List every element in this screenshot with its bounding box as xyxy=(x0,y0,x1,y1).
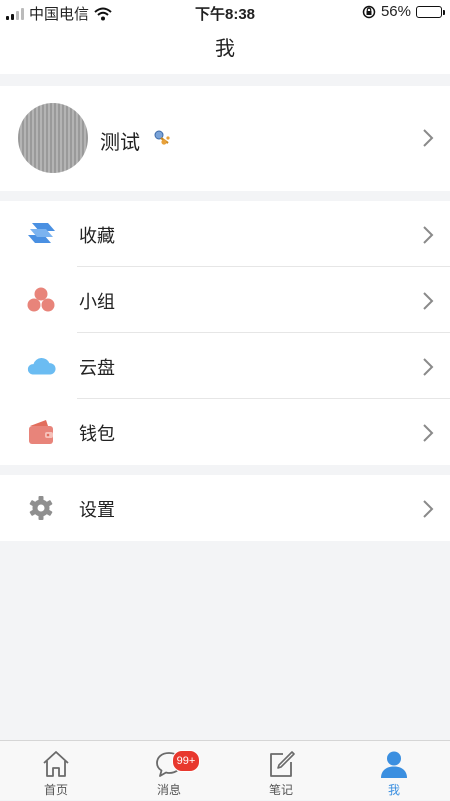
tab-label: 首页 xyxy=(43,783,68,797)
battery-percent: 56% xyxy=(380,3,411,20)
menu-item-groups[interactable]: 小组 xyxy=(0,267,450,333)
unread-badge: 99+ xyxy=(172,750,200,772)
battery-icon xyxy=(416,5,445,18)
stack-layers-icon xyxy=(28,223,55,243)
profile-name: 测试 xyxy=(100,132,140,154)
menu-label: 设置 xyxy=(79,500,115,520)
note-edit-icon xyxy=(270,751,295,777)
menu-item-favorites[interactable]: 收藏 xyxy=(0,201,450,267)
menu-label: 收藏 xyxy=(79,226,115,246)
tab-label: 我 xyxy=(387,783,400,797)
menu-item-settings[interactable]: 设置 xyxy=(0,475,450,541)
rotation-lock-icon xyxy=(362,5,376,18)
status-right: 56% xyxy=(362,3,445,20)
tab-me[interactable]: 我 xyxy=(338,741,450,801)
tab-home[interactable]: 首页 xyxy=(0,741,112,801)
chevron-right-icon xyxy=(423,292,434,310)
wallet-icon xyxy=(29,420,53,444)
chevron-right-icon xyxy=(423,424,434,442)
level-badge-icon xyxy=(154,130,170,145)
profile-card[interactable]: 测试 xyxy=(0,86,450,191)
menu-item-cloud-drive[interactable]: 云盘 xyxy=(0,333,450,399)
cloud-icon xyxy=(27,357,56,375)
avatar[interactable] xyxy=(18,103,88,173)
tab-notes[interactable]: 笔记 xyxy=(225,741,337,801)
group-circles-icon xyxy=(27,287,55,312)
status-bar: 中国电信 下午8:38 56% xyxy=(0,0,450,24)
chevron-right-icon xyxy=(423,500,434,518)
tab-label: 笔记 xyxy=(268,783,293,797)
home-icon xyxy=(43,751,69,777)
menu-label: 钱包 xyxy=(79,424,115,444)
menu-label: 云盘 xyxy=(79,358,115,378)
tab-label: 消息 xyxy=(156,783,181,797)
menu-label: 小组 xyxy=(79,292,115,312)
tab-messages[interactable]: 99+ 消息 xyxy=(113,741,225,801)
person-icon xyxy=(381,751,407,778)
bottom-tab-bar: 首页 99+ 消息 笔记 我 xyxy=(0,740,450,800)
chevron-right-icon xyxy=(423,358,434,376)
chevron-right-icon xyxy=(423,226,434,244)
page-title: 我 xyxy=(0,24,450,74)
menu-group-settings: 设置 xyxy=(0,475,450,541)
menu-item-wallet[interactable]: 钱包 xyxy=(0,399,450,465)
menu-group-main: 收藏 小组 云盘 钱包 xyxy=(0,201,450,465)
chevron-right-icon xyxy=(423,129,434,147)
gear-icon xyxy=(29,496,53,520)
